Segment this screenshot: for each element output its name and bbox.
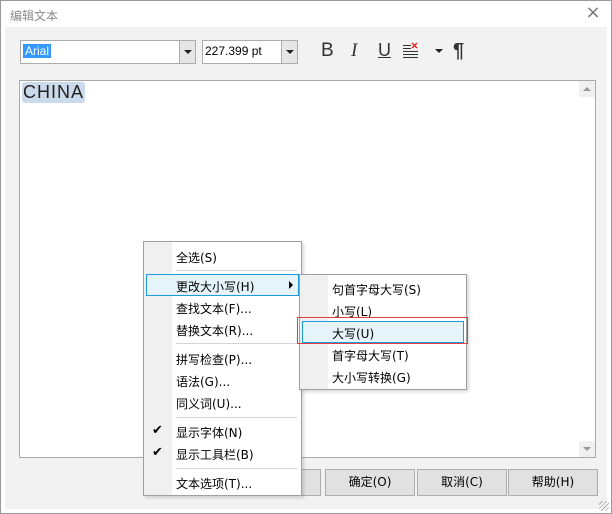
title-bar: 编辑文本 × — [1, 1, 611, 27]
menu-item-grammar[interactable]: 语法(G)... — [146, 369, 299, 391]
dialog-title: 编辑文本 — [10, 9, 59, 23]
menu-item-show-font[interactable]: ✔ 显示字体(N) — [146, 420, 299, 442]
submenu-arrow-icon — [289, 281, 293, 289]
scroll-up-icon[interactable] — [579, 81, 595, 97]
dropdown-arrow-icon[interactable] — [435, 49, 443, 53]
vertical-scrollbar[interactable] — [579, 81, 595, 457]
paragraph-icon[interactable]: ¶ — [453, 40, 464, 63]
bold-icon[interactable]: B — [321, 40, 334, 62]
chevron-down-icon[interactable] — [179, 41, 195, 63]
menu-item-label: 全选(S) — [176, 251, 217, 265]
font-name-value[interactable]: Arial — [23, 44, 52, 58]
menu-item-select-all[interactable]: 全选(S) — [146, 245, 299, 267]
checkmark-icon: ✔ — [152, 423, 163, 438]
menu-separator — [176, 270, 297, 271]
menu-item-label: 替换文本(R)... — [176, 324, 254, 338]
dialog-client: Arial 227.399 pt B I U ¶ CHINA 确定(O) 取消(… — [5, 27, 607, 509]
italic-icon[interactable]: I — [351, 40, 357, 62]
chevron-down-icon[interactable] — [281, 41, 297, 63]
menu-item-label: 大小写转换(G) — [332, 371, 411, 385]
cancel-button[interactable]: 取消(C) — [417, 469, 507, 496]
edit-text-dialog: 编辑文本 × Arial 227.399 pt B I U ¶ CHINA 确定… — [0, 0, 612, 514]
menu-item-change-case[interactable]: 更改大小写(H) — [146, 274, 299, 296]
menu-item-label: 同义词(U)... — [176, 397, 242, 411]
menu-item-label: 句首字母大写(S) — [332, 283, 421, 297]
scroll-down-icon[interactable] — [579, 441, 595, 457]
submenu-item-title-case[interactable]: 首字母大写(T) — [302, 343, 464, 365]
menu-item-label: 拼写检查(P)... — [176, 353, 253, 367]
menu-separator — [176, 468, 297, 469]
menu-separator — [176, 417, 297, 418]
menu-item-label: 文本选项(T)... — [176, 477, 253, 491]
menu-item-thesaurus[interactable]: 同义词(U)... — [146, 391, 299, 413]
menu-item-find-text[interactable]: 查找文本(F)... — [146, 296, 299, 318]
annotation-highlight-box — [297, 317, 468, 344]
resize-grip[interactable] — [599, 501, 609, 511]
menu-item-label: 语法(G)... — [176, 375, 231, 389]
menu-item-label: 查找文本(F)... — [176, 302, 252, 316]
editor-text[interactable]: CHINA — [22, 82, 86, 103]
menu-item-spell-check[interactable]: 拼写检查(P)... — [146, 347, 299, 369]
submenu-item-sentence-case[interactable]: 句首字母大写(S) — [302, 277, 464, 299]
strikeout-list-icon[interactable] — [403, 42, 419, 59]
close-icon[interactable]: × — [583, 3, 603, 23]
menu-separator — [176, 343, 297, 344]
font-name-combo[interactable]: Arial — [20, 40, 196, 64]
checkmark-icon: ✔ — [152, 445, 163, 460]
context-menu: 全选(S) 更改大小写(H) 查找文本(F)... 替换文本(R)... 拼写检… — [143, 241, 302, 496]
text-editor[interactable]: CHINA — [19, 80, 596, 458]
font-size-value[interactable]: 227.399 pt — [205, 44, 262, 58]
help-button[interactable]: 帮助(H) — [508, 469, 598, 496]
menu-item-label: 首字母大写(T) — [332, 349, 409, 363]
font-size-combo[interactable]: 227.399 pt — [202, 40, 298, 64]
submenu-item-toggle-case[interactable]: 大小写转换(G) — [302, 365, 464, 387]
menu-item-text-options[interactable]: 文本选项(T)... — [146, 471, 299, 493]
menu-item-replace-text[interactable]: 替换文本(R)... — [146, 318, 299, 340]
menu-item-label: 显示字体(N) — [176, 426, 243, 440]
ok-button[interactable]: 确定(O) — [325, 469, 415, 496]
underline-icon[interactable]: U — [378, 40, 391, 61]
menu-item-label: 更改大小写(H) — [176, 280, 255, 294]
menu-item-show-toolbar[interactable]: ✔ 显示工具栏(B) — [146, 442, 299, 464]
menu-item-label: 显示工具栏(B) — [176, 448, 254, 462]
